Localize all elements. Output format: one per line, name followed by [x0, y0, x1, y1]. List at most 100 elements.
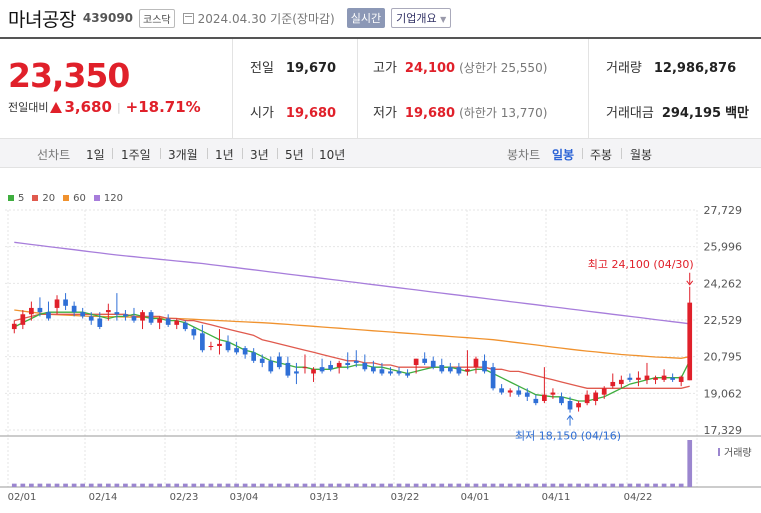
volume-bar: [542, 483, 547, 487]
x-tick-label: 02/01: [8, 492, 37, 503]
volume-bar: [63, 483, 68, 487]
volume-bar: [319, 483, 325, 487]
candle-body: [507, 390, 513, 393]
volume-bar: [336, 483, 342, 487]
volume-bar: [670, 483, 675, 487]
candle-body: [114, 312, 120, 315]
candle-body: [593, 392, 599, 401]
volume-bar: [328, 483, 333, 487]
candle-body: [259, 358, 265, 363]
volume-bar: [46, 483, 51, 487]
volume-bar: [80, 483, 86, 487]
candle-body: [618, 379, 624, 385]
volume-bar: [88, 483, 94, 487]
candle-body: [319, 367, 325, 372]
candle-body: [11, 323, 17, 330]
volume-bar: [148, 483, 154, 487]
volume-bar: [593, 483, 599, 487]
candle-body: [328, 365, 333, 370]
volume-bar: [174, 483, 180, 487]
candle-body: [182, 322, 188, 330]
x-tick-label: 04/22: [624, 492, 653, 503]
candle-body: [661, 375, 667, 380]
y-tick-label: 20,795: [704, 351, 743, 364]
candle-body: [388, 371, 393, 374]
high-annotation: 최고 24,100 (04/30): [588, 258, 694, 271]
volume-bar: [165, 483, 171, 487]
y-tick-label: 19,062: [704, 387, 743, 400]
volume-bar: [362, 483, 368, 487]
candle-body: [71, 305, 77, 313]
candle-body: [242, 348, 248, 355]
volume-bar: [71, 483, 77, 487]
candlestick-chart[interactable]: 27,729 25,996 24,262 22,529 20,795 19,062 17,3…: [0, 0, 761, 513]
volume-bar: [533, 483, 539, 487]
candle-body: [490, 367, 496, 389]
candle-body: [353, 360, 359, 363]
candle-body: [345, 362, 351, 366]
volume-bar: [465, 483, 470, 487]
candle-body: [97, 318, 103, 327]
volume-bar: [353, 483, 359, 487]
candle-body: [567, 400, 573, 410]
candle-body: [251, 352, 257, 361]
candle-body: [516, 390, 522, 395]
volume-bar: [200, 483, 205, 487]
stock-chart-widget: 마녀공장 439090 코스닥 2024.04.30 기준(장마감) 실시간 기…: [0, 0, 761, 513]
candle-body: [422, 358, 428, 363]
x-tick-label: 03/13: [310, 492, 339, 503]
volume-bar: [157, 483, 162, 487]
volume-bar: [584, 483, 590, 487]
volume-bar: [311, 483, 316, 487]
volume-bar: [105, 483, 111, 487]
volume-bar: [644, 483, 650, 487]
volume-bar: [388, 483, 393, 487]
volume-bar: [191, 483, 197, 487]
candle-body: [636, 377, 641, 380]
candle-body: [601, 388, 607, 395]
candle-body: [465, 369, 470, 372]
candle-body: [550, 392, 556, 395]
volume-bar: [456, 483, 462, 487]
candle-body: [653, 377, 658, 380]
candle-body: [80, 312, 86, 317]
volume-bar: [396, 483, 402, 487]
candle-body: [542, 394, 547, 401]
volume-bar: [413, 483, 419, 487]
candle-body: [447, 367, 453, 372]
volume-bar: [182, 483, 188, 487]
volume-bar: [208, 483, 214, 487]
candle-body: [678, 376, 684, 382]
volume-bar: [610, 483, 616, 487]
candle-body: [88, 316, 94, 321]
candle-body: [63, 299, 68, 306]
volume-bar: [379, 483, 385, 487]
x-tick-label: 02/14: [89, 492, 118, 503]
candle-body: [439, 365, 445, 372]
candle-body: [405, 373, 410, 376]
volume-bar: [405, 483, 410, 487]
candle-body: [174, 320, 180, 325]
candle-body: [46, 312, 51, 319]
volume-bar: [567, 483, 573, 487]
candle-body: [294, 371, 299, 374]
volume-bar: [225, 483, 231, 487]
volume-bar: [97, 483, 103, 487]
candle-body: [54, 299, 60, 308]
volume-bar: [661, 483, 667, 487]
candle-body: [584, 394, 590, 404]
candle-body: [234, 348, 239, 353]
volume-bar: [490, 483, 496, 487]
volume-bar: [507, 483, 513, 487]
candle-body: [37, 307, 43, 313]
volume-bar: [687, 440, 693, 487]
candle-body: [644, 375, 650, 380]
volume-bar: [294, 483, 299, 487]
volume-legend-label: 거래량: [724, 447, 752, 459]
candle-body: [687, 302, 693, 381]
volume-bar: [482, 483, 487, 487]
volume-bar: [37, 483, 43, 487]
candle-body: [456, 367, 462, 374]
candle-body: [413, 358, 419, 366]
candle-body: [430, 360, 436, 368]
